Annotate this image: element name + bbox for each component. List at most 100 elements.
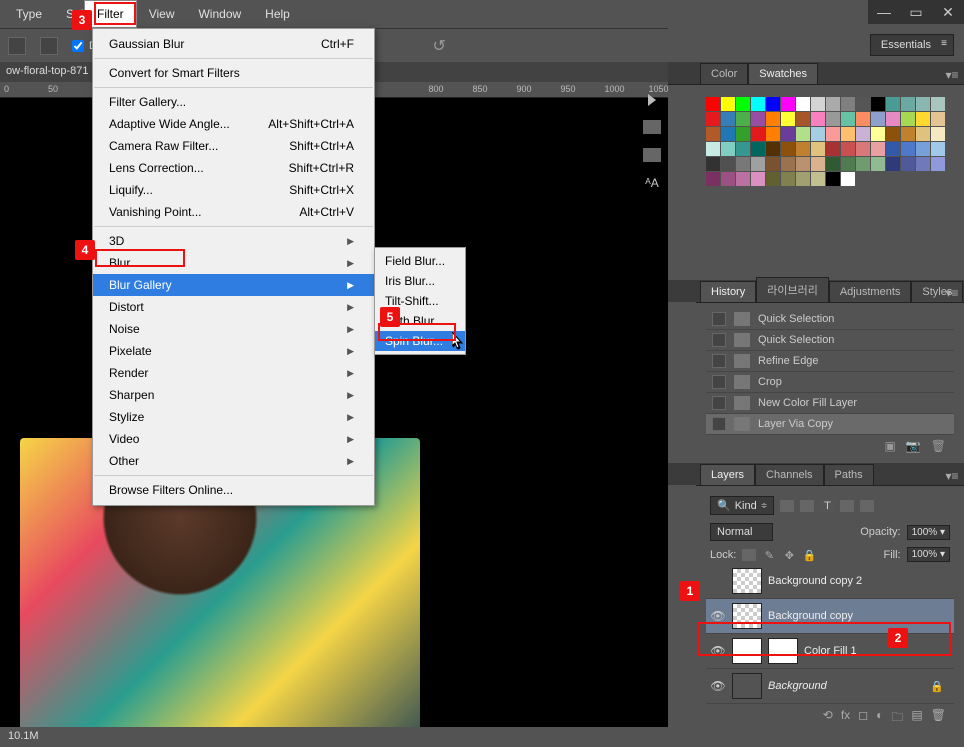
swatch[interactable]	[901, 142, 915, 156]
swatch[interactable]	[721, 97, 735, 111]
swatch[interactable]	[796, 97, 810, 111]
swatch[interactable]	[826, 172, 840, 186]
swatch[interactable]	[811, 97, 825, 111]
swatch[interactable]	[796, 157, 810, 171]
swatch[interactable]	[931, 127, 945, 141]
swatch[interactable]	[841, 157, 855, 171]
swatch[interactable]	[736, 157, 750, 171]
lock-pixels-icon[interactable]	[742, 549, 756, 561]
swatch[interactable]	[871, 127, 885, 141]
swatch[interactable]	[751, 97, 765, 111]
swatch[interactable]	[856, 97, 870, 111]
menu-window[interactable]: Window	[186, 1, 253, 27]
mask-icon[interactable]: ◻	[858, 708, 868, 729]
swatch[interactable]	[751, 127, 765, 141]
filter-sharpen[interactable]: Sharpen▶	[93, 384, 374, 406]
maximize-button[interactable]: ▭	[900, 0, 932, 24]
swatch[interactable]	[826, 157, 840, 171]
link-layers-icon[interactable]: ⟲	[823, 708, 833, 729]
filter-smart-icon[interactable]	[860, 500, 874, 512]
blend-mode-select[interactable]: Normal	[710, 523, 773, 541]
lock-all-icon[interactable]: 🔒	[802, 549, 816, 561]
swatch[interactable]	[706, 172, 720, 186]
swatch[interactable]	[736, 112, 750, 126]
history-item[interactable]: Refine Edge	[706, 351, 954, 372]
swatch[interactable]	[886, 142, 900, 156]
filter-other[interactable]: Other▶	[93, 450, 374, 472]
swatch[interactable]	[811, 142, 825, 156]
visibility-toggle[interactable]: 👁	[710, 644, 726, 658]
swatch[interactable]	[901, 157, 915, 171]
tab-paths[interactable]: Paths	[824, 464, 874, 485]
panel-menu-icon[interactable]: ▾≡	[944, 469, 960, 485]
history-snapshot-icon[interactable]: ▣	[884, 439, 895, 453]
swatch[interactable]	[871, 142, 885, 156]
swatch[interactable]	[781, 97, 795, 111]
swatch[interactable]	[811, 112, 825, 126]
swatch[interactable]	[796, 142, 810, 156]
swatch[interactable]	[766, 172, 780, 186]
swatch[interactable]	[916, 97, 930, 111]
filter-liquify[interactable]: Liquify...Shift+Ctrl+X	[93, 179, 374, 201]
swatch[interactable]	[931, 142, 945, 156]
swatch[interactable]	[736, 97, 750, 111]
expand-arrow-icon[interactable]	[648, 94, 656, 106]
swatch[interactable]	[931, 97, 945, 111]
swatch[interactable]	[706, 112, 720, 126]
filter-blur-gallery[interactable]: Blur Gallery▶	[93, 274, 374, 296]
opacity-value[interactable]: 100% ▾	[907, 525, 950, 540]
swatch[interactable]	[796, 112, 810, 126]
filter-render[interactable]: Render▶	[93, 362, 374, 384]
tool-preset-icon[interactable]	[8, 37, 26, 55]
swatch[interactable]	[766, 127, 780, 141]
swatch[interactable]	[751, 142, 765, 156]
swatch[interactable]	[871, 112, 885, 126]
filter-pixelate[interactable]: Pixelate▶	[93, 340, 374, 362]
swatch[interactable]	[721, 157, 735, 171]
filter-3d[interactable]: 3D▶	[93, 230, 374, 252]
swatch[interactable]	[721, 142, 735, 156]
swatch[interactable]	[796, 172, 810, 186]
swatch[interactable]	[901, 112, 915, 126]
tab-layers[interactable]: Layers	[700, 464, 755, 485]
layer-background[interactable]: 👁 Background 🔒	[706, 669, 954, 704]
swatch[interactable]	[721, 127, 735, 141]
filter-blur[interactable]: Blur▶	[93, 252, 374, 274]
filter-camera-raw[interactable]: Camera Raw Filter...Shift+Ctrl+A	[93, 135, 374, 157]
delete-cropped-check[interactable]	[72, 40, 84, 52]
swatch[interactable]	[826, 97, 840, 111]
tab-library[interactable]: 라이브러리	[756, 277, 829, 302]
menu-view[interactable]: View	[137, 1, 187, 27]
minimize-button[interactable]: —	[868, 0, 900, 24]
swatch[interactable]	[916, 112, 930, 126]
swatch[interactable]	[781, 127, 795, 141]
swatch[interactable]	[811, 127, 825, 141]
history-camera-icon[interactable]: 📷	[906, 439, 921, 453]
swatch[interactable]	[736, 172, 750, 186]
menu-type[interactable]: Type	[4, 1, 54, 27]
swatch[interactable]	[781, 112, 795, 126]
swatch[interactable]	[781, 142, 795, 156]
filter-lens-correction[interactable]: Lens Correction...Shift+Ctrl+R	[93, 157, 374, 179]
swatch[interactable]	[841, 112, 855, 126]
swatch[interactable]	[916, 127, 930, 141]
layer-color-fill-1[interactable]: 👁 Color Fill 1	[706, 634, 954, 669]
reset-icon[interactable]: ↺	[432, 36, 445, 56]
tab-swatches[interactable]: Swatches	[748, 63, 818, 84]
fx-icon[interactable]: fx	[841, 708, 850, 729]
fill-value[interactable]: 100% ▾	[907, 547, 950, 562]
swatch[interactable]	[811, 157, 825, 171]
swatch[interactable]	[736, 142, 750, 156]
filter-browse-online[interactable]: Browse Filters Online...	[93, 479, 374, 501]
character-panel-icon[interactable]: ᴬA	[643, 176, 661, 190]
swatch[interactable]	[826, 127, 840, 141]
history-item[interactable]: New Color Fill Layer	[706, 393, 954, 414]
swatch[interactable]	[916, 142, 930, 156]
filter-video[interactable]: Video▶	[93, 428, 374, 450]
trash-icon[interactable]: 🗑	[931, 708, 946, 729]
swatch[interactable]	[856, 112, 870, 126]
tab-channels[interactable]: Channels	[755, 464, 823, 485]
swatch[interactable]	[811, 172, 825, 186]
filter-gallery[interactable]: Filter Gallery...	[93, 91, 374, 113]
swatch[interactable]	[856, 127, 870, 141]
